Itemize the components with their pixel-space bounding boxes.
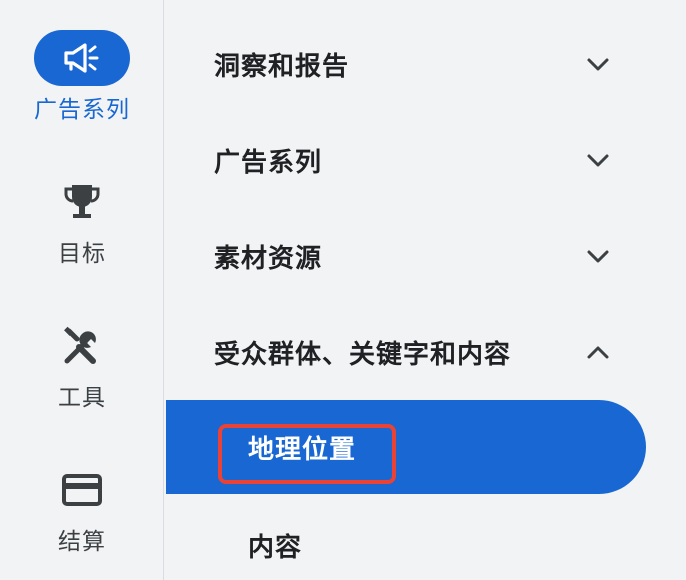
nav-item-label: 内容	[248, 532, 303, 563]
chevron-down-icon[interactable]	[584, 52, 612, 76]
rail-icon-wrap-goals	[34, 174, 130, 230]
rail-icon-pill	[34, 30, 130, 86]
left-rail: 广告系列 目标 工具 结算	[0, 0, 164, 580]
nav-panel: 洞察和报告 广告系列 素材资源 受众群体、关键字和内容 地理位置 内容	[166, 0, 686, 580]
rail-label-goals: 目标	[58, 241, 106, 267]
nav-section-label: 广告系列	[214, 147, 323, 178]
rail-item-goals[interactable]: 目标	[0, 174, 164, 268]
nav-section-label: 洞察和报告	[214, 51, 350, 82]
tools-icon	[64, 326, 96, 364]
rail-item-billing[interactable]: 结算	[0, 462, 164, 556]
credit-card-icon	[62, 474, 102, 506]
nav-section-label: 受众群体、关键字和内容	[214, 339, 512, 370]
nav-section-insights-reports[interactable]: 洞察和报告	[166, 24, 646, 104]
nav-item-locations[interactable]: 地理位置	[166, 400, 646, 494]
rail-label-campaigns: 广告系列	[34, 97, 130, 123]
rail-label-tools: 工具	[58, 385, 106, 411]
app-root: 广告系列 目标 工具 结算 洞察和报告 广告系列 素材资源 受众群体、关键字和内…	[0, 0, 686, 580]
chevron-down-icon[interactable]	[584, 244, 612, 268]
rail-item-tools[interactable]: 工具	[0, 318, 164, 412]
nav-section-audiences-keywords-content[interactable]: 受众群体、关键字和内容	[166, 312, 646, 392]
nav-item-content[interactable]: 内容	[166, 498, 646, 580]
trophy-icon	[64, 185, 100, 218]
rail-icon-wrap-tools	[34, 318, 130, 374]
nav-section-campaigns[interactable]: 广告系列	[166, 120, 646, 200]
nav-section-label: 素材资源	[214, 243, 323, 274]
nav-item-label: 地理位置	[248, 434, 357, 465]
chevron-up-icon[interactable]	[584, 340, 612, 364]
rail-icon-wrap-billing	[34, 462, 130, 518]
rail-label-billing: 结算	[58, 529, 106, 555]
rail-item-campaigns[interactable]: 广告系列	[0, 30, 164, 124]
nav-section-assets[interactable]: 素材资源	[166, 216, 646, 296]
chevron-down-icon[interactable]	[584, 148, 612, 172]
megaphone-icon	[64, 43, 99, 73]
